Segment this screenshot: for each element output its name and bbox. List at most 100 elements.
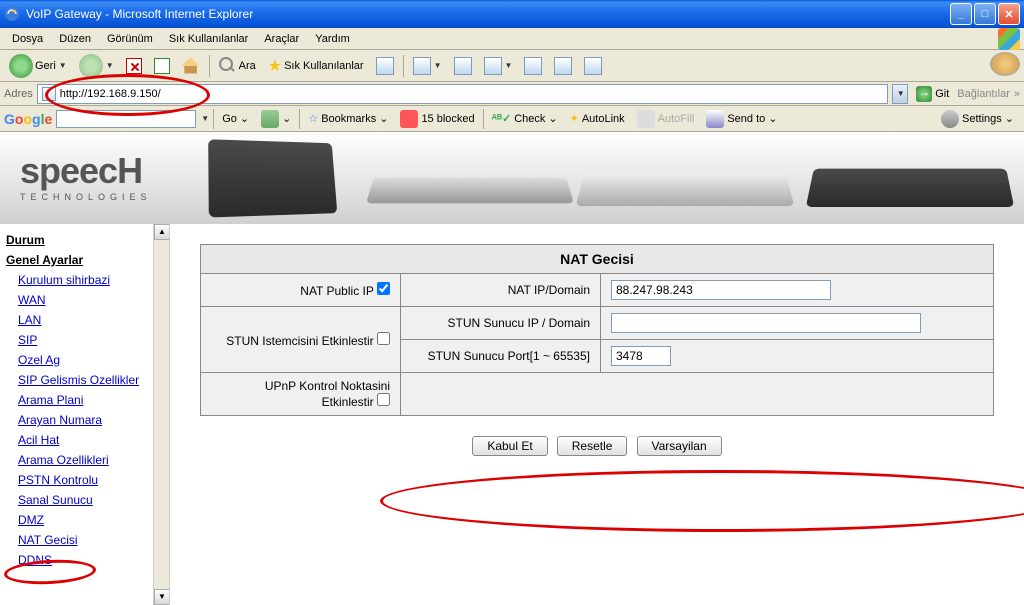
- refresh-button[interactable]: [149, 55, 175, 77]
- sidebar-scrollbar[interactable]: ▲ ▼: [153, 224, 169, 605]
- gear-icon: [941, 110, 959, 128]
- mail-button[interactable]: ▼: [408, 54, 447, 78]
- spellcheck-button[interactable]: ᴬᴮ✓ Check ⌄: [488, 112, 562, 125]
- sidebar-item-wan[interactable]: WAN: [4, 290, 165, 310]
- google-search-input[interactable]: [56, 110, 196, 128]
- google-pagerank[interactable]: ⌄: [257, 110, 295, 128]
- maximize-button[interactable]: □: [974, 3, 996, 25]
- nat-public-ip-label: NAT Public IP: [300, 284, 373, 298]
- sendto-icon: [706, 110, 724, 128]
- sendto-button[interactable]: Send to⌄: [702, 110, 781, 128]
- stun-server-ip-input[interactable]: [611, 313, 921, 333]
- address-dropdown[interactable]: ▼: [892, 84, 908, 104]
- menu-view[interactable]: Görünüm: [99, 31, 161, 47]
- nat-ip-domain-input[interactable]: [611, 280, 831, 300]
- menu-tools[interactable]: Araçlar: [256, 31, 307, 47]
- menu-file[interactable]: Dosya: [4, 31, 51, 47]
- print-icon: [454, 57, 472, 75]
- stun-server-port-input[interactable]: [611, 346, 671, 366]
- sidebar-item-kurulum[interactable]: Kurulum sihirbazi: [4, 270, 165, 290]
- favorites-button[interactable]: ★ Sık Kullanılanlar: [263, 53, 369, 79]
- stun-client-checkbox[interactable]: [377, 332, 390, 345]
- main-toolbar: Geri ▼ ▼ Ara ★ Sık Kullanılanlar ▼ ▼: [0, 50, 1024, 82]
- scroll-down-button[interactable]: ▼: [154, 589, 170, 605]
- go-icon: [916, 86, 932, 102]
- sidebar-item-arama[interactable]: Arama Plani: [4, 390, 165, 410]
- search-icon: [219, 57, 237, 75]
- product-banner: speecH TECHNOLOGIES: [0, 132, 1024, 224]
- stun-server-ip-label: STUN Sunucu IP / Domain: [401, 307, 601, 340]
- autolink-button[interactable]: ✦ AutoLink: [566, 112, 629, 125]
- mail-icon: [413, 57, 431, 75]
- sidebar-item-nat[interactable]: NAT Gecisi: [4, 530, 165, 550]
- google-toolbar: Google ▼ Go ⌄ ⌄ ☆ Bookmarks⌄ 15 blocked …: [0, 106, 1024, 132]
- sidebar-item-acil[interactable]: Acil Hat: [4, 430, 165, 450]
- popup-blocker-button[interactable]: 15 blocked: [396, 110, 478, 128]
- autofill-icon: [637, 110, 655, 128]
- page-icon: [42, 87, 56, 101]
- edit-button[interactable]: ▼: [479, 54, 518, 78]
- sidebar-item-sipadv[interactable]: SIP Gelismis Ozellikler: [4, 370, 165, 390]
- menu-help[interactable]: Yardım: [307, 31, 358, 47]
- google-settings-button[interactable]: Settings⌄: [941, 110, 1020, 128]
- sidebar-item-ddns[interactable]: DDNS: [4, 550, 165, 570]
- reset-button[interactable]: Resetle: [557, 436, 628, 456]
- go-button[interactable]: Git: [912, 86, 953, 102]
- throbber-icon: [990, 52, 1020, 76]
- menu-edit[interactable]: Düzen: [51, 31, 99, 47]
- device-image: [576, 174, 795, 206]
- sidebar-item-arayan[interactable]: Arayan Numara: [4, 410, 165, 430]
- address-input[interactable]: http://192.168.9.150/: [37, 84, 888, 104]
- research-icon: [554, 57, 572, 75]
- edit-icon: [484, 57, 502, 75]
- upnp-label: UPnP Kontrol Noktasini Etkinlestir: [265, 379, 390, 409]
- minimize-button[interactable]: _: [950, 3, 972, 25]
- messenger-icon: [584, 57, 602, 75]
- stun-client-label: STUN Istemcisini Etkinlestir: [226, 334, 373, 348]
- address-label: Adres: [4, 88, 33, 100]
- address-url: http://192.168.9.150/: [60, 88, 161, 100]
- sidebar-heading-durum[interactable]: Durum: [4, 230, 165, 250]
- menu-favorites[interactable]: Sık Kullanılanlar: [161, 31, 257, 47]
- accept-button[interactable]: Kabul Et: [472, 436, 547, 456]
- sidebar-item-pstn[interactable]: PSTN Kontrolu: [4, 470, 165, 490]
- back-icon: [9, 54, 33, 78]
- forward-button[interactable]: ▼: [74, 51, 119, 81]
- default-button[interactable]: Varsayilan: [637, 436, 722, 456]
- search-button[interactable]: Ara: [214, 54, 261, 78]
- address-bar: Adres http://192.168.9.150/ ▼ Git Bağlan…: [0, 82, 1024, 106]
- messenger-button[interactable]: [579, 54, 607, 78]
- table-title: NAT Gecisi: [201, 245, 994, 274]
- sidebar-item-sip[interactable]: SIP: [4, 330, 165, 350]
- stop-button[interactable]: [121, 55, 147, 77]
- links-label[interactable]: Bağlantılar: [957, 88, 1010, 100]
- upnp-checkbox[interactable]: [377, 393, 390, 406]
- device-image: [208, 139, 337, 217]
- stun-server-port-label: STUN Sunucu Port[1 ~ 65535]: [401, 340, 601, 373]
- scroll-up-button[interactable]: ▲: [154, 224, 170, 240]
- bookmarks-button[interactable]: ☆ Bookmarks⌄: [304, 112, 392, 125]
- nat-public-ip-checkbox[interactable]: [377, 282, 390, 295]
- sidebar-item-aramaoz[interactable]: Arama Ozellikleri: [4, 450, 165, 470]
- device-image: [806, 169, 1014, 207]
- google-go-button[interactable]: Go ⌄: [218, 112, 253, 125]
- brand-logo: speecH: [20, 150, 152, 192]
- discuss-button[interactable]: [519, 54, 547, 78]
- sidebar-item-ozelag[interactable]: Ozel Ag: [4, 350, 165, 370]
- content-area: speecH TECHNOLOGIES Durum Genel Ayarlar …: [0, 132, 1024, 605]
- sidebar-item-lan[interactable]: LAN: [4, 310, 165, 330]
- sidebar-item-sanal[interactable]: Sanal Sunucu: [4, 490, 165, 510]
- sidebar-item-dmz[interactable]: DMZ: [4, 510, 165, 530]
- research-button[interactable]: [549, 54, 577, 78]
- nat-config-table: NAT Gecisi NAT Public IP NAT IP/Domain S…: [200, 244, 994, 416]
- print-button[interactable]: [449, 54, 477, 78]
- forward-icon: [79, 54, 103, 78]
- close-button[interactable]: ✕: [998, 3, 1020, 25]
- autofill-button[interactable]: AutoFill: [633, 110, 699, 128]
- home-button[interactable]: [177, 55, 205, 77]
- sidebar-heading-genel[interactable]: Genel Ayarlar: [4, 250, 165, 270]
- windows-logo-icon: [998, 28, 1020, 50]
- history-icon: [376, 57, 394, 75]
- back-button[interactable]: Geri ▼: [4, 51, 72, 81]
- history-button[interactable]: [371, 54, 399, 78]
